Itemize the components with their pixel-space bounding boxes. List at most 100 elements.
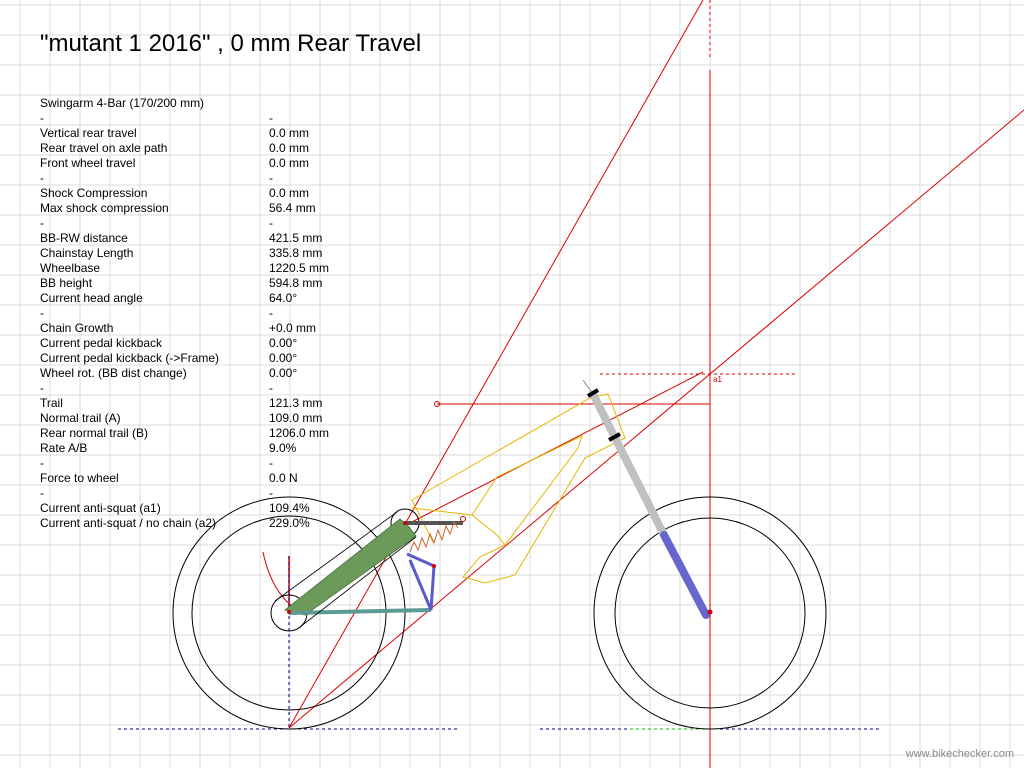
stats-row: Wheelbase 1220.5 mm [40,261,360,276]
fork-stanchion [589,392,668,537]
stats-label: - [40,111,44,125]
front-axle-point [707,609,713,615]
frame-outline [411,393,626,584]
stats-value: 335.8 mm [269,246,323,260]
stats-value: 121.3 mm [269,396,323,410]
stats-label: Rear travel on axle path [40,141,168,155]
stats-value: 109.0 mm [269,411,323,425]
stats-row: Rear normal trail (B) 1206.0 mm [40,426,360,441]
fork [582,379,710,619]
stats-label: Vertical rear travel [40,126,137,140]
stats-label: Wheelbase [40,261,101,275]
bb-point [403,521,407,525]
stats-value: 229.0% [269,516,310,530]
stats-row: Current pedal kickback (->Frame) 0.00° [40,351,360,366]
stats-value: 9.0% [269,441,297,455]
stats-row: -- [40,216,360,231]
stats-label: Current anti-squat / no chain (a2) [40,516,217,530]
stats-label: Trail [40,396,63,410]
stats-value: 56.4 mm [269,201,316,215]
rear-axle-point [287,610,291,614]
main-frame [411,393,626,584]
stats-value: 0.00° [269,336,298,350]
stats-row: Rate A/B 9.0% [40,441,360,456]
ground-lines [118,556,880,730]
stats-value: 594.8 mm [269,276,323,290]
stats-row: Force to wheel 0.0 N [40,471,360,486]
stats-label: Normal trail (A) [40,411,121,425]
stats-label: - [40,486,44,500]
stats-value: - [269,381,273,395]
stats-label: Front wheel travel [40,156,136,170]
shock-spring [409,520,459,553]
stats-value: - [269,171,273,185]
stats-value: +0.0 mm [269,321,317,335]
stats-label: Rate A/B [40,441,88,455]
stats-value: 1206.0 mm [269,426,330,440]
stats-row: -- [40,171,360,186]
stats-row: -- [40,486,360,501]
stats-label: - [40,171,44,185]
stats-value: 1220.5 mm [269,261,330,275]
stats-row: Front wheel travel 0.0 mm [40,156,360,171]
stats-value: - [269,306,273,320]
stats-row: Current pedal kickback 0.00° [40,336,360,351]
stats-label: Chain Growth [40,321,114,335]
stats-value: 421.5 mm [269,231,323,245]
stats-label: BB-RW distance [40,231,128,245]
stats-label: BB height [40,276,93,290]
stats-row: Normal trail (A) 109.0 mm [40,411,360,426]
stats-label: - [40,216,44,230]
stats-value: 64.0° [269,291,298,305]
stats-value: - [269,456,273,470]
stats-label: Shock Compression [40,186,148,200]
stats-row: Chain Growth +0.0 mm [40,321,360,336]
stats-value: 0.0 mm [269,156,310,170]
stats-label: Rear normal trail (B) [40,426,149,440]
stats-row: Rear travel on axle path 0.0 mm [40,141,360,156]
rocker-link [406,552,436,611]
stats-value: 0.0 N [269,471,298,485]
rocker-body [406,552,436,611]
stats-label: Current pedal kickback [40,336,163,350]
stats-row: Max shock compression 56.4 mm [40,201,360,216]
watermark: www.bikechecker.com [905,748,1014,760]
stats-row: Chainstay Length 335.8 mm [40,246,360,261]
stats-value: 109.4% [269,501,310,515]
stats-row: -- [40,111,360,126]
stats-value: 0.0 mm [269,186,310,200]
stats-row: Current anti-squat / no chain (a2) 229.0% [40,516,360,531]
rocker-pivot [432,564,436,568]
stats-row: Swingarm 4-Bar (170/200 mm) [40,96,360,111]
stats-label: Wheel rot. (BB dist change) [40,366,187,380]
stats-row: BB-RW distance 421.5 mm [40,231,360,246]
stats-label: Current head angle [40,291,143,305]
stats-label: Current anti-squat (a1) [40,501,161,515]
stats-label: Max shock compression [40,201,169,215]
a1-marker-label: a1 [713,375,722,384]
stats-label: Force to wheel [40,471,119,485]
stats-value: - [269,111,273,125]
page-title: "mutant 1 2016" , 0 mm Rear Travel [40,30,422,57]
stats-row: BB height 594.8 mm [40,276,360,291]
stats-row: Trail 121.3 mm [40,396,360,411]
stats-row: Current anti-squat (a1) 109.4% [40,501,360,516]
stats-row: -- [40,306,360,321]
stats-row: Current head angle 64.0° [40,291,360,306]
shock-eyelet [460,516,466,522]
stats-row: Shock Compression 0.0 mm [40,186,360,201]
stats-value: - [269,216,273,230]
stats-row: Vertical rear travel 0.0 mm [40,126,360,141]
stats-value: 0.0 mm [269,126,310,140]
stats-value: - [269,486,273,500]
stats-row: -- [40,456,360,471]
stats-value: 0.0 mm [269,141,310,155]
stats-label: - [40,306,44,320]
stats-table: Swingarm 4-Bar (170/200 mm) - - Vertical re… [40,96,360,531]
stats-label: - [40,381,44,395]
stats-label: - [40,456,44,470]
stats-row: -- [40,381,360,396]
stats-value: 0.00° [269,351,298,365]
stats-value: 0.00° [269,366,298,380]
stats-label: Swingarm 4-Bar (170/200 mm) [40,96,205,110]
